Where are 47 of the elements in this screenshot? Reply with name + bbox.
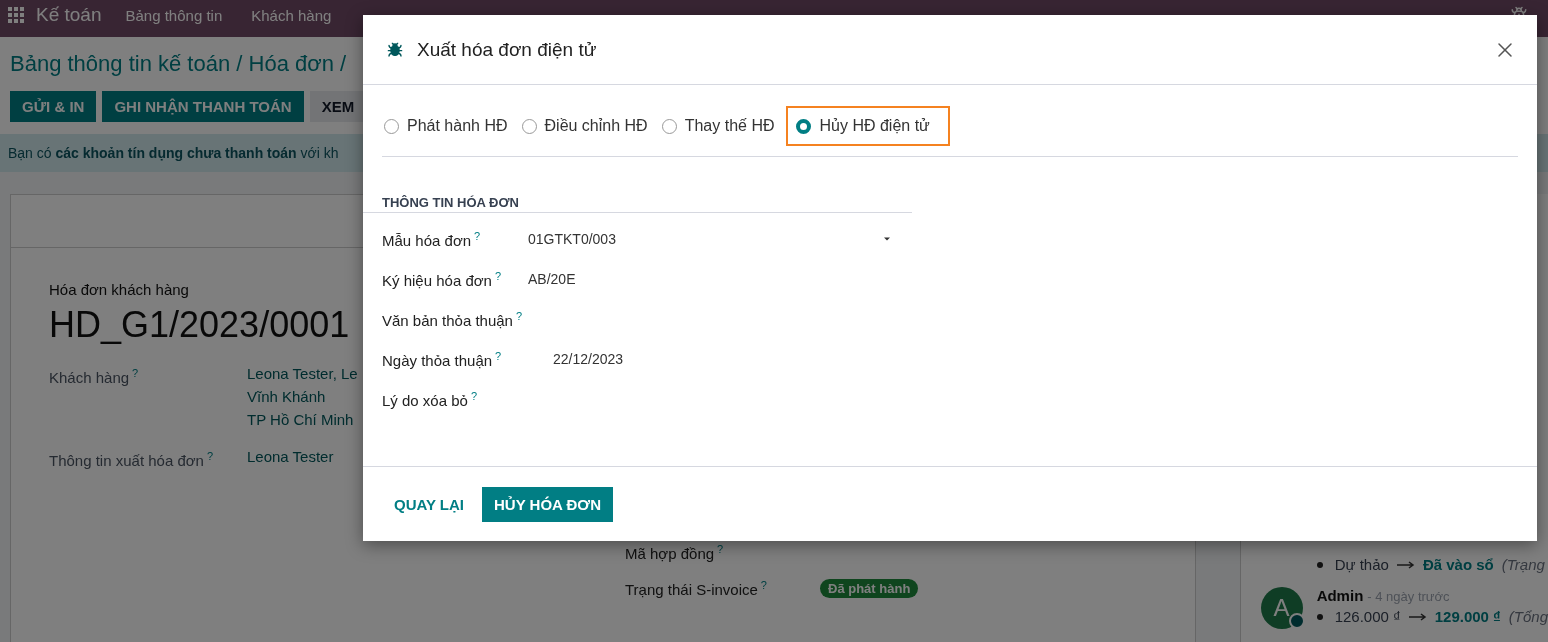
field-label: Thông tin xuất hóa đơn $^{?}$ <box>49 449 215 471</box>
field-label: Lý do xóa bỏ $^{?}$ <box>382 389 479 409</box>
old-value: 126.000 ₫ <box>1334 608 1401 625</box>
new-value: Đã vào sổ <box>1422 556 1494 573</box>
text-field[interactable]: AB/20E <box>528 271 895 287</box>
bullet <box>1316 561 1323 568</box>
app-name[interactable]: Kế toán <box>36 4 102 26</box>
menu-item[interactable]: Khách hàng <box>251 6 332 24</box>
field-label: Ngày thỏa thuận $^{?}$ <box>382 349 503 369</box>
field-value: Vĩnh Khánh <box>247 387 326 407</box>
back-button[interactable]: QUAY LẠI <box>382 486 477 522</box>
new-value: 129.000 ₫ <box>1434 608 1501 625</box>
author-name: Admin <box>1316 587 1364 604</box>
field-value: Leona Tester, Le <box>247 364 358 384</box>
select-field[interactable]: 01GTKT0/003 <box>528 231 895 247</box>
field-label: Văn bản thỏa thuận $^{?}$ <box>382 309 524 329</box>
bullet <box>1316 613 1323 620</box>
arrow-icon <box>1408 612 1427 621</box>
field-label: Khách hàng $^{?}$ <box>49 366 140 388</box>
old-value: Dự thảo <box>1334 556 1389 573</box>
field-label: Ký hiệu hóa đơn $^{?}$ <box>382 269 503 289</box>
action-button[interactable]: GHI NHẬN THANH TOÁN <box>102 91 304 122</box>
radio-option[interactable]: Hủy HĐ điện tử <box>786 106 950 146</box>
menu-item[interactable]: Bảng thông tin <box>125 6 223 24</box>
field-value: TP Hồ Chí Minh <box>247 410 354 430</box>
arrow-icon <box>1396 560 1415 569</box>
field-note: (Trạng <box>1501 556 1545 573</box>
field-label: Mã hợp đồng $^{?}$ <box>625 543 725 562</box>
status-badge: Đã phát hành <box>820 579 919 598</box>
user-avatar: A <box>1260 587 1303 629</box>
cancel-invoice-button[interactable]: HỦY HÓA ĐƠN <box>482 486 613 522</box>
bug-icon <box>387 41 403 58</box>
invoice-type: Hóa đơn khách hàng <box>49 281 189 298</box>
radio-icon[interactable] <box>384 118 399 134</box>
date-field[interactable]: 22/12/2023 <box>528 351 895 367</box>
apps-menu-icon[interactable] <box>8 7 24 23</box>
action-button[interactable]: GỬI & IN <box>10 91 97 122</box>
field-label: Mẫu hóa đơn $^{?}$ <box>382 229 482 249</box>
radio-icon[interactable] <box>661 118 677 134</box>
invoice-number: HD_G1/2023/0001 <box>49 304 350 346</box>
field-note: (Tổng <box>1508 608 1548 625</box>
dialog-title: Xuất hóa đơn điện tử <box>417 38 598 61</box>
radio-icon[interactable] <box>521 118 537 134</box>
radio-icon[interactable] <box>796 118 812 134</box>
field-value: Leona Tester <box>247 447 334 467</box>
field-label: Trạng thái S-invoice $^{?}$ <box>625 579 768 598</box>
section-title: THÔNG TIN HÓA ĐƠN <box>363 195 912 213</box>
